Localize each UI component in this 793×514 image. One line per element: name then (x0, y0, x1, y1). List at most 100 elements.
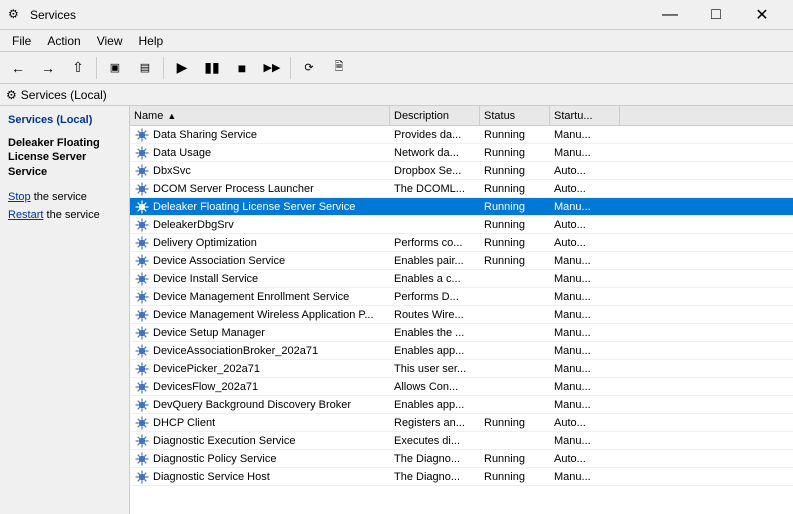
table-row[interactable]: Device Management Enrollment ServicePerf… (130, 288, 793, 306)
service-name-cell: Data Usage (130, 144, 390, 161)
service-icon (134, 199, 150, 215)
service-icon (134, 145, 150, 161)
col-header-status[interactable]: Status (480, 106, 550, 125)
forward-button[interactable]: → (34, 55, 62, 81)
address-icon: ⚙ (6, 88, 17, 102)
service-desc-cell: Performs D... (390, 288, 480, 305)
table-row[interactable]: Data UsageNetwork da...RunningManu... (130, 144, 793, 162)
table-row[interactable]: DevQuery Background Discovery BrokerEnab… (130, 396, 793, 414)
menu-view[interactable]: View (89, 32, 131, 50)
service-name-cell: Data Sharing Service (130, 126, 390, 143)
service-icon (134, 469, 150, 485)
service-startup-cell: Manu... (550, 432, 620, 449)
service-name-cell: Device Install Service (130, 270, 390, 287)
table-row[interactable]: DbxSvcDropbox Se...RunningAuto... (130, 162, 793, 180)
maximize-button[interactable]: □ (693, 0, 739, 30)
service-desc-cell: The DCOML... (390, 180, 480, 197)
table-row[interactable]: Device Management Wireless Application P… (130, 306, 793, 324)
service-startup-cell: Auto... (550, 234, 620, 251)
panel-service-name: Deleaker Floating License Server Service (8, 136, 121, 179)
stop-link[interactable]: Stop (8, 191, 31, 203)
table-row[interactable]: DHCP ClientRegisters an...RunningAuto... (130, 414, 793, 432)
pause-button[interactable]: ▮▮ (198, 55, 226, 81)
table-row[interactable]: DCOM Server Process LauncherThe DCOML...… (130, 180, 793, 198)
table-row[interactable]: DevicesFlow_202a71Allows Con...Manu... (130, 378, 793, 396)
table-row[interactable]: DeleakerDbgSrvRunningAuto... (130, 216, 793, 234)
col-header-startup[interactable]: Startu... (550, 106, 620, 125)
table-row[interactable]: DevicePicker_202a71This user ser...Manu.… (130, 360, 793, 378)
service-desc-cell: Network da... (390, 144, 480, 161)
address-path: Services (Local) (21, 88, 107, 102)
service-status-cell: Running (480, 450, 550, 467)
table-row[interactable]: DeviceAssociationBroker_202a71Enables ap… (130, 342, 793, 360)
stop-action: Stop the service (8, 189, 121, 203)
table-row[interactable]: Device Install ServiceEnables a c...Manu… (130, 270, 793, 288)
stop-text: the service (31, 191, 87, 203)
service-startup-cell: Manu... (550, 288, 620, 305)
service-startup-cell: Manu... (550, 306, 620, 323)
service-status-cell (480, 360, 550, 377)
table-row[interactable]: Deleaker Floating License Server Service… (130, 198, 793, 216)
service-name-cell: Device Management Wireless Application P… (130, 306, 390, 323)
service-startup-cell: Manu... (550, 360, 620, 377)
menu-file[interactable]: File (4, 32, 39, 50)
service-status-cell (480, 378, 550, 395)
service-startup-cell: Manu... (550, 144, 620, 161)
service-startup-cell: Auto... (550, 216, 620, 233)
service-desc-cell: Enables app... (390, 396, 480, 413)
service-desc-cell (390, 198, 480, 215)
up-button[interactable]: ⇧ (64, 55, 92, 81)
sort-arrow: ▲ (167, 111, 176, 121)
export-button[interactable]: 🗎 (325, 55, 353, 81)
service-startup-cell: Manu... (550, 198, 620, 215)
menu-action[interactable]: Action (39, 32, 88, 50)
stop-button[interactable]: ■ (228, 55, 256, 81)
play-button[interactable]: ▶ (168, 55, 196, 81)
service-icon (134, 253, 150, 269)
col-header-desc[interactable]: Description (390, 106, 480, 125)
table-row[interactable]: Diagnostic Execution ServiceExecutes di.… (130, 432, 793, 450)
address-bar: ⚙ Services (Local) (0, 84, 793, 106)
properties-button[interactable]: ▤ (131, 55, 159, 81)
restart-button[interactable]: ▶▶ (258, 55, 286, 81)
service-name-cell: DbxSvc (130, 162, 390, 179)
service-desc-cell: The Diagno... (390, 450, 480, 467)
service-desc-cell: Routes Wire... (390, 306, 480, 323)
close-button[interactable]: ✕ (739, 0, 785, 30)
service-desc-cell: This user ser... (390, 360, 480, 377)
service-startup-cell: Manu... (550, 324, 620, 341)
left-panel: Services (Local) Deleaker Floating Licen… (0, 106, 130, 514)
service-name-cell: Device Association Service (130, 252, 390, 269)
service-icon (134, 433, 150, 449)
table-row[interactable]: Delivery OptimizationPerforms co...Runni… (130, 234, 793, 252)
table-row[interactable]: Diagnostic Service HostThe Diagno...Runn… (130, 468, 793, 486)
service-status-cell: Running (480, 162, 550, 179)
service-icon (134, 325, 150, 341)
col-header-name[interactable]: Name ▲ (130, 106, 390, 125)
service-name-cell: Diagnostic Service Host (130, 468, 390, 485)
service-status-cell: Running (480, 198, 550, 215)
service-desc-cell: Enables the ... (390, 324, 480, 341)
back-button[interactable]: ← (4, 55, 32, 81)
minimize-button[interactable]: — (647, 0, 693, 30)
title-bar: ⚙ Services — □ ✕ (0, 0, 793, 30)
service-desc-cell: Provides da... (390, 126, 480, 143)
service-startup-cell: Manu... (550, 378, 620, 395)
service-desc-cell (390, 216, 480, 233)
service-list[interactable]: Data Sharing ServiceProvides da... Runnin… (130, 126, 793, 514)
restart-link[interactable]: Restart (8, 209, 43, 221)
menu-help[interactable]: Help (131, 32, 172, 50)
table-row[interactable]: Device Association ServiceEnables pair..… (130, 252, 793, 270)
table-row[interactable]: Data Sharing ServiceProvides da...Runnin… (130, 126, 793, 144)
service-desc-cell: Dropbox Se... (390, 162, 480, 179)
table-row[interactable]: Device Setup ManagerEnables the ...Manu.… (130, 324, 793, 342)
menu-bar: File Action View Help (0, 30, 793, 52)
toolbar: ← → ⇧ ▣ ▤ ▶ ▮▮ ■ ▶▶ ⟳ 🗎 (0, 52, 793, 84)
table-row[interactable]: Diagnostic Policy ServiceThe Diagno...Ru… (130, 450, 793, 468)
service-icon (134, 163, 150, 179)
service-status-cell: Running (480, 252, 550, 269)
refresh-button[interactable]: ⟳ (295, 55, 323, 81)
show-hide-button[interactable]: ▣ (101, 55, 129, 81)
window-controls: — □ ✕ (647, 0, 785, 30)
service-icon (134, 271, 150, 287)
